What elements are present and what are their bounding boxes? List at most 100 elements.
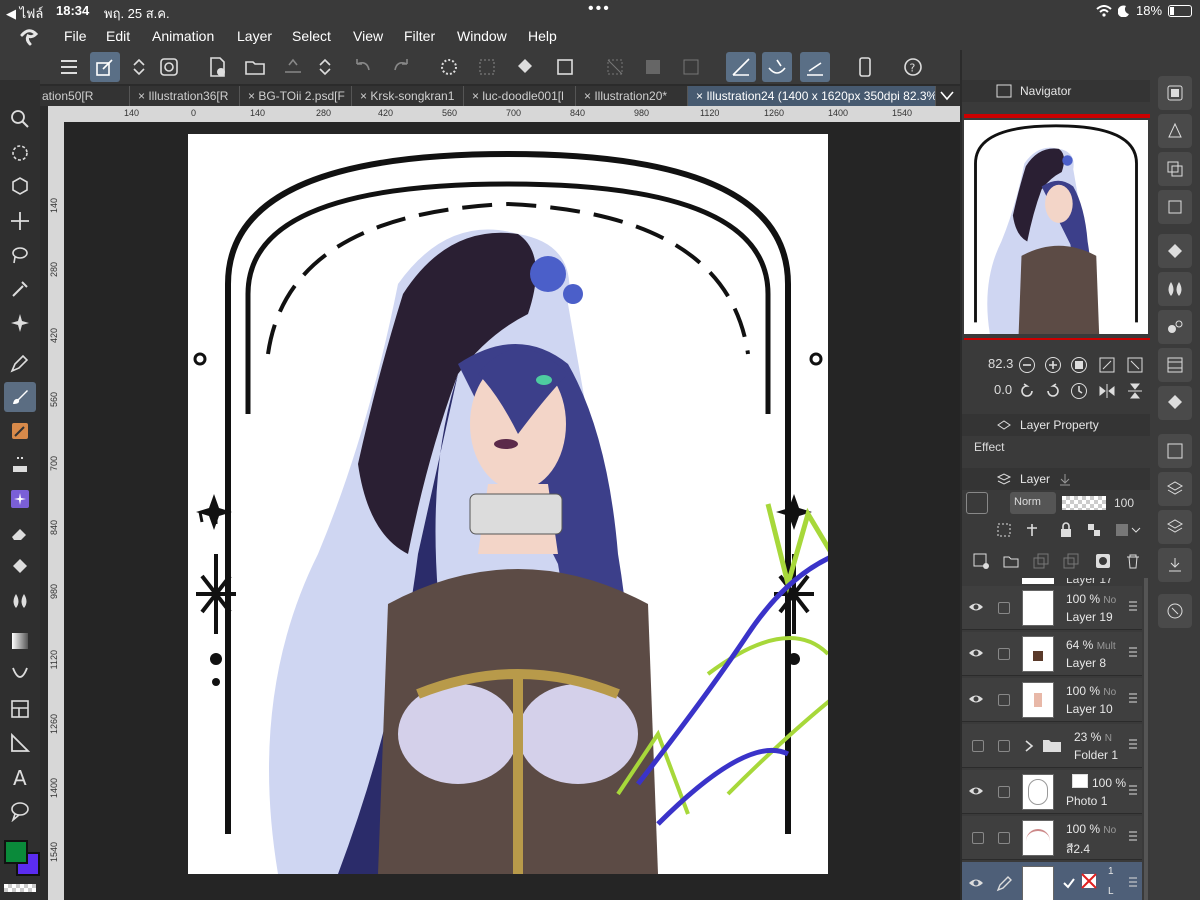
- flip-horizontal-icon[interactable]: [1098, 382, 1116, 400]
- ruler-tool-icon[interactable]: [4, 728, 36, 758]
- menu-window[interactable]: Window: [457, 28, 507, 44]
- airbrush-tool-icon[interactable]: [4, 416, 36, 446]
- visibility-checkbox[interactable]: [972, 740, 984, 752]
- layer-color-toggle[interactable]: [966, 492, 988, 514]
- device-icon[interactable]: [850, 52, 880, 82]
- layer-checkbox[interactable]: [998, 648, 1010, 660]
- zoom-in-icon[interactable]: [1044, 356, 1062, 374]
- fill-bucket-tool-icon[interactable]: [4, 552, 36, 582]
- chevron-updown-icon[interactable]: [310, 52, 340, 82]
- back-to-files-link[interactable]: ◀ ไฟล์: [6, 3, 43, 24]
- layer-row[interactable]: 64 % Mult Layer 8: [962, 632, 1142, 676]
- crop-icon[interactable]: [550, 52, 580, 82]
- hamburger-menu-icon[interactable]: [54, 52, 84, 82]
- layer-scrollbar[interactable]: [1144, 578, 1148, 900]
- eye-icon[interactable]: [968, 692, 984, 706]
- eyedropper-tool-icon[interactable]: [4, 274, 36, 304]
- transparent-color-swatch[interactable]: [4, 884, 36, 892]
- property-panel-icon[interactable]: [1158, 152, 1192, 186]
- layer-row-folder[interactable]: 23 % N Folder 1: [962, 724, 1142, 768]
- layer-panel-icon[interactable]: [1158, 510, 1192, 544]
- lasso-tool-icon[interactable]: [4, 240, 36, 270]
- help-icon[interactable]: ?: [898, 52, 928, 82]
- new-file-icon[interactable]: [202, 52, 232, 82]
- zoom-value[interactable]: 82.3: [988, 356, 1013, 371]
- layer-row[interactable]: 100 % No Layer 19: [962, 586, 1142, 630]
- app-logo-icon[interactable]: [18, 26, 40, 48]
- blend-tool-icon[interactable]: [4, 586, 36, 616]
- flip-vertical-icon[interactable]: [1126, 382, 1144, 400]
- layer-checkbox[interactable]: [998, 740, 1010, 752]
- redo-icon[interactable]: [386, 52, 416, 82]
- new-folder-icon[interactable]: [1002, 552, 1020, 570]
- canvas-artwork[interactable]: [188, 134, 841, 875]
- ruler-snap-icon[interactable]: [726, 52, 756, 82]
- lasso-select-tool-icon[interactable]: [4, 138, 36, 168]
- transfer-down-icon[interactable]: [1032, 552, 1050, 570]
- color-wheel-panel-icon[interactable]: [1158, 234, 1192, 268]
- tab-krsk-songkran[interactable]: × Krsk-songkran1: [352, 86, 464, 106]
- layer-panel-header[interactable]: Layer: [962, 468, 1150, 490]
- reset-rotation-icon[interactable]: [1070, 382, 1088, 400]
- tab-illustration24[interactable]: × Illustration24 (1400 x 1620px 350dpi 8…: [688, 86, 936, 106]
- color-set-panel-icon[interactable]: [1158, 272, 1192, 306]
- eye-icon[interactable]: [968, 784, 984, 798]
- trash-icon[interactable]: [1124, 552, 1142, 570]
- clip-layer-icon[interactable]: [996, 522, 1012, 538]
- layer-checkbox[interactable]: [998, 694, 1010, 706]
- transform-icon[interactable]: [90, 52, 120, 82]
- rotate-left-icon[interactable]: [1018, 382, 1036, 400]
- rotation-value[interactable]: 0.0: [994, 382, 1012, 397]
- grid-snap-icon[interactable]: [800, 52, 830, 82]
- gradient-tool-icon[interactable]: [4, 626, 36, 656]
- menu-select[interactable]: Select: [292, 28, 331, 44]
- layer-row[interactable]: 100 % Photo 1: [962, 770, 1142, 814]
- fill-icon[interactable]: [510, 52, 540, 82]
- drag-handle-icon[interactable]: [1128, 830, 1138, 842]
- save-icon[interactable]: [278, 52, 308, 82]
- material-panel-icon[interactable]: [1158, 548, 1192, 582]
- sub-tool-panel-icon[interactable]: [1158, 114, 1192, 148]
- menu-animation[interactable]: Animation: [152, 28, 214, 44]
- multitasking-dots-icon[interactable]: •••: [588, 0, 611, 18]
- tab-illustration20[interactable]: × Illustration20*: [576, 86, 688, 106]
- mask-disabled-icon[interactable]: [1080, 872, 1098, 890]
- sparkle-tool-icon[interactable]: [4, 308, 36, 338]
- navigator-panel-icon[interactable]: [1158, 76, 1192, 110]
- zoom-tool-icon[interactable]: [4, 104, 36, 134]
- navigator-preview[interactable]: [964, 120, 1148, 334]
- drag-handle-icon[interactable]: [1128, 784, 1138, 796]
- fill-panel-icon[interactable]: [1158, 386, 1192, 420]
- visibility-checkbox[interactable]: [972, 832, 984, 844]
- navigator-header[interactable]: Navigator: [962, 80, 1150, 102]
- animation-panel-icon[interactable]: [1158, 348, 1192, 382]
- menu-help[interactable]: Help: [528, 28, 557, 44]
- chevron-down-icon[interactable]: [940, 91, 954, 101]
- search-panel-icon[interactable]: [1158, 594, 1192, 628]
- lock-icon[interactable]: [1058, 522, 1074, 538]
- eye-icon[interactable]: [968, 876, 984, 890]
- reference-layer-icon[interactable]: [1024, 522, 1040, 538]
- layer-checkbox[interactable]: [998, 602, 1010, 614]
- drag-handle-icon[interactable]: [1128, 600, 1138, 612]
- pen-tool-icon[interactable]: [4, 348, 36, 378]
- opacity-slider[interactable]: [1062, 496, 1106, 510]
- chevron-right-icon[interactable]: [1024, 740, 1034, 752]
- selection-border-icon[interactable]: [676, 52, 706, 82]
- figure-tool-icon[interactable]: [4, 660, 36, 690]
- tab-illustration36[interactable]: × Illustration36[R: [130, 86, 240, 106]
- tool-panel-icon[interactable]: [1158, 190, 1192, 224]
- loading-spinner-icon[interactable]: [434, 52, 464, 82]
- drag-handle-icon[interactable]: [1128, 738, 1138, 750]
- special-ruler-snap-icon[interactable]: [762, 52, 792, 82]
- layer-list[interactable]: Layer 17 100 % No Layer 19 64 % Mult Lay…: [962, 578, 1142, 900]
- pencil-icon[interactable]: [996, 876, 1012, 892]
- opacity-value[interactable]: 100: [1114, 496, 1134, 510]
- quick-access-icon[interactable]: [154, 52, 184, 82]
- layer-property-panel-icon[interactable]: [1158, 434, 1192, 468]
- effect-label[interactable]: Effect: [974, 440, 1004, 454]
- layer-row[interactable]: 100 % No สี2.4: [962, 816, 1142, 860]
- layer-checkbox[interactable]: [998, 832, 1010, 844]
- text-tool-icon[interactable]: A: [4, 762, 36, 792]
- balloon-tool-icon[interactable]: [4, 796, 36, 826]
